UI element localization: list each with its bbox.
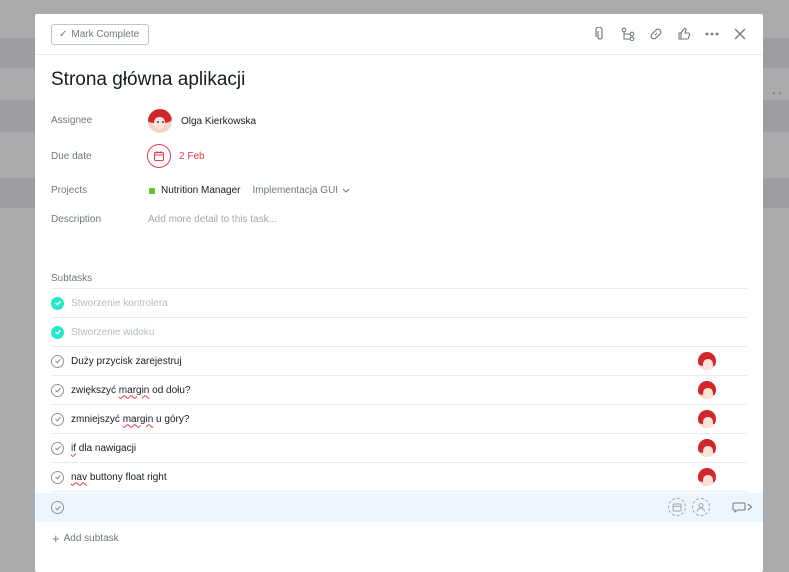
assign-user-icon[interactable] bbox=[692, 498, 710, 516]
project-color-dot bbox=[149, 187, 155, 194]
subtask-row[interactable]: Stworzenie kontrolera bbox=[51, 289, 747, 318]
spellcheck-word: nav bbox=[71, 471, 88, 483]
avatar[interactable] bbox=[697, 409, 717, 429]
spellcheck-word: margin bbox=[122, 413, 154, 425]
subtask-row[interactable]: nav buttony float right bbox=[51, 463, 747, 492]
subtask-row[interactable]: zwiększyć margin od dołu? bbox=[51, 376, 747, 405]
subtasks-icon[interactable] bbox=[619, 25, 637, 43]
chevron-right-icon bbox=[747, 503, 753, 511]
check-circle-icon[interactable] bbox=[51, 470, 64, 484]
subtask-name[interactable]: Stworzenie kontrolera bbox=[71, 298, 168, 309]
open-subtask-button[interactable] bbox=[732, 501, 753, 513]
assignee-name: Olga Kierkowska bbox=[181, 115, 257, 127]
task-detail-modal: ✓ Mark Complete Strona główna aplikacji … bbox=[35, 14, 763, 572]
description-input[interactable]: Add more detail to this task... bbox=[148, 214, 277, 225]
subtask-name-part: od dołu? bbox=[149, 384, 191, 396]
check-circle-icon[interactable] bbox=[51, 501, 64, 514]
link-icon[interactable] bbox=[647, 25, 665, 43]
subtask-row[interactable]: Stworzenie widoku bbox=[51, 318, 747, 347]
avatar[interactable] bbox=[697, 438, 717, 458]
plus-icon: + bbox=[52, 530, 60, 546]
like-icon[interactable] bbox=[675, 25, 693, 43]
subtask-name-part: zmniejszyć bbox=[71, 413, 123, 425]
subtask-name-part: zwiększyć bbox=[71, 384, 119, 396]
subtasks-heading: Subtasks bbox=[51, 273, 93, 284]
check-icon: ✓ bbox=[59, 29, 68, 40]
assignee-label: Assignee bbox=[51, 115, 93, 126]
subtask-name-part: dla nawigacji bbox=[76, 442, 137, 454]
mark-complete-button[interactable]: ✓ Mark Complete bbox=[51, 24, 149, 45]
projects-field: Nutrition Manager Implementacja GUI bbox=[149, 185, 350, 196]
check-circle-icon[interactable] bbox=[51, 412, 64, 426]
comment-icon bbox=[732, 502, 746, 513]
task-toolbar: ✓ Mark Complete bbox=[35, 14, 763, 55]
subtask-name[interactable]: if dla nawigacji bbox=[71, 443, 136, 454]
check-circle-icon[interactable] bbox=[51, 383, 64, 397]
add-subtask-button[interactable]: + Add subtask bbox=[52, 530, 119, 546]
avatar bbox=[147, 108, 173, 134]
due-date-field[interactable]: 2 Feb bbox=[147, 144, 205, 168]
subtask-row[interactable]: Duży przycisk zarejestruj bbox=[51, 347, 747, 376]
assignee-field[interactable]: Olga Kierkowska bbox=[147, 108, 256, 134]
projects-label: Projects bbox=[51, 185, 88, 196]
attachment-icon[interactable] bbox=[591, 25, 609, 43]
due-date-value: 2 Feb bbox=[179, 150, 205, 162]
new-subtask-row[interactable] bbox=[35, 493, 763, 522]
subtask-row[interactable]: if dla nawigacji bbox=[51, 434, 747, 463]
add-subtask-label: Add subtask bbox=[63, 533, 119, 544]
set-due-date-calendar-icon[interactable] bbox=[668, 498, 686, 516]
complete-check-icon[interactable] bbox=[51, 325, 64, 339]
subtask-name[interactable]: nav buttony float right bbox=[71, 472, 167, 483]
chevron-down-icon bbox=[342, 188, 350, 193]
description-label: Description bbox=[51, 214, 102, 225]
subtask-row[interactable]: zmniejszyć margin u góry? bbox=[51, 405, 747, 434]
toolbar-actions bbox=[591, 25, 749, 43]
subtask-name[interactable]: zwiększyć margin od dołu? bbox=[71, 385, 191, 396]
spellcheck-word: margin bbox=[118, 384, 150, 396]
avatar[interactable] bbox=[697, 351, 717, 371]
mark-complete-label: Mark Complete bbox=[71, 29, 140, 40]
close-icon[interactable] bbox=[731, 25, 749, 43]
project-section-label: Implementacja GUI bbox=[252, 185, 339, 196]
check-circle-icon[interactable] bbox=[51, 354, 64, 368]
subtask-name-part: buttony float right bbox=[87, 471, 167, 483]
due-date-label: Due date bbox=[51, 151, 92, 162]
subtask-name[interactable]: zmniejszyć margin u góry? bbox=[71, 414, 189, 425]
avatar[interactable] bbox=[697, 467, 717, 487]
avatar[interactable] bbox=[697, 380, 717, 400]
subtask-name-part: u góry? bbox=[153, 413, 190, 425]
calendar-icon bbox=[147, 144, 171, 168]
task-title[interactable]: Strona główna aplikacji bbox=[51, 69, 245, 91]
complete-check-icon[interactable] bbox=[51, 296, 64, 310]
project-section-dropdown[interactable]: Implementacja GUI bbox=[252, 185, 350, 196]
new-subtask-actions bbox=[668, 498, 753, 516]
subtask-name[interactable]: Stworzenie widoku bbox=[71, 327, 154, 338]
check-circle-icon[interactable] bbox=[51, 441, 64, 455]
background-more-icon: ·· bbox=[771, 84, 783, 100]
subtask-name[interactable]: Duży przycisk zarejestruj bbox=[71, 356, 182, 367]
more-icon[interactable] bbox=[703, 25, 721, 43]
project-name[interactable]: Nutrition Manager bbox=[161, 185, 240, 196]
